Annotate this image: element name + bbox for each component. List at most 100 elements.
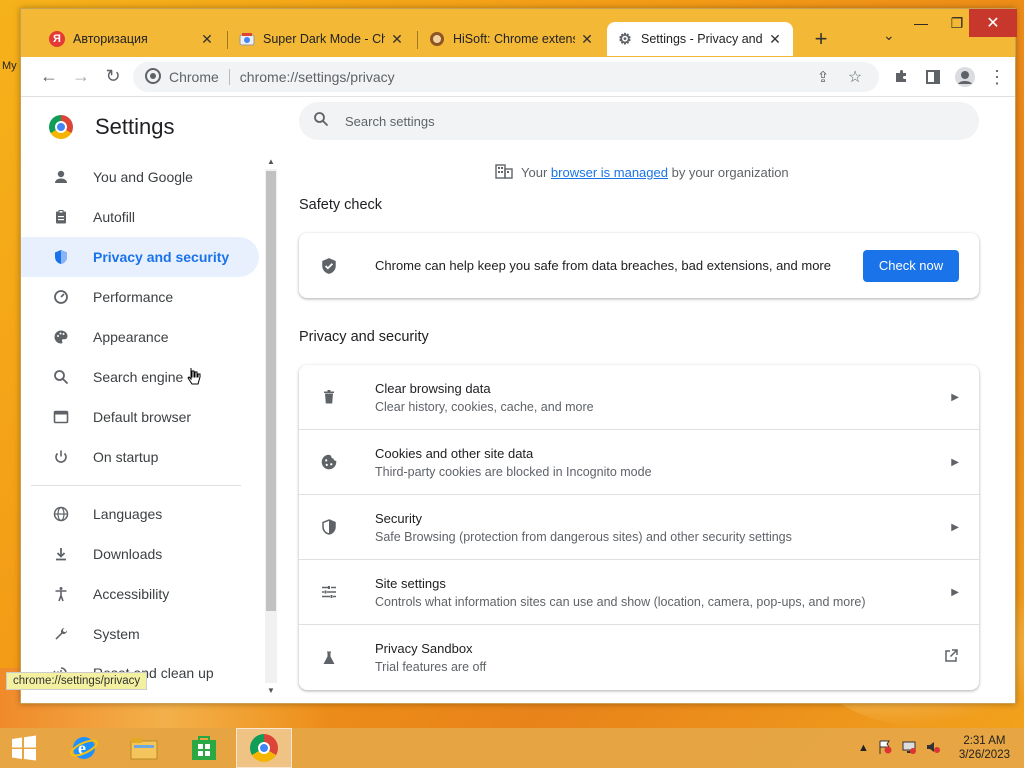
bookmark-star-icon[interactable]: ☆ <box>843 66 867 88</box>
browser-managed-link[interactable]: browser is managed <box>551 165 668 180</box>
address-bar[interactable]: Chrome chrome://settings/privacy ⇪ ☆ <box>133 62 879 92</box>
browser-icon <box>51 407 71 427</box>
windows-start-button[interactable] <box>0 728 48 768</box>
tab-close-button[interactable]: ✕ <box>199 31 215 48</box>
tab-authorization[interactable]: Я Авторизация ✕ <box>39 22 225 56</box>
internet-explorer-icon[interactable]: e <box>56 728 112 768</box>
privacy-security-heading: Privacy and security <box>299 329 429 345</box>
system-tray: ▲ 2:31 AM 3/26/2023 <box>858 728 1010 768</box>
clock-time: 2:31 AM <box>963 735 1006 747</box>
sidebar-item-you-and-google[interactable]: You and Google <box>21 157 259 197</box>
privacy-security-card: Clear browsing data Clear history, cooki… <box>299 365 979 690</box>
nav-divider <box>31 485 241 486</box>
extensions-puzzle-icon[interactable] <box>885 61 917 93</box>
windows-taskbar: e ▲ 2:31 AM 3/26/2023 <box>0 728 1024 768</box>
gear-icon: ⚙ <box>618 31 632 48</box>
tab-strip: Я Авторизация ✕ Super Dark Mode - Chro ✕… <box>21 9 1017 57</box>
network-icon[interactable] <box>901 739 917 758</box>
search-placeholder: Search settings <box>345 113 435 129</box>
person-icon <box>51 167 71 187</box>
url-text[interactable]: chrome://settings/privacy <box>240 69 395 85</box>
security-row[interactable]: Security Safe Browsing (protection from … <box>299 495 979 560</box>
sidebar-item-accessibility[interactable]: Accessibility <box>21 574 259 614</box>
chrome-taskbar-icon[interactable] <box>236 728 292 768</box>
privacy-sandbox-row[interactable]: Privacy Sandbox Trial features are off <box>299 625 979 690</box>
check-now-button[interactable]: Check now <box>863 249 959 282</box>
tab-super-dark-mode[interactable]: Super Dark Mode - Chro ✕ <box>229 22 415 56</box>
palette-icon <box>51 327 71 347</box>
tab-close-button[interactable]: ✕ <box>767 31 783 48</box>
sidebar-item-search-engine[interactable]: Search engine <box>21 357 259 397</box>
minimize-button[interactable]: — <box>903 9 939 37</box>
tab-search-chevron-icon[interactable]: ⌄ <box>883 27 895 44</box>
chrome-web-store-icon <box>239 31 255 47</box>
chrome-site-icon <box>145 67 161 87</box>
sidebar-item-on-startup[interactable]: On startup <box>21 437 259 477</box>
action-center-flag-icon[interactable] <box>877 739 893 758</box>
sidebar-item-default-browser[interactable]: Default browser <box>21 397 259 437</box>
sidebar-item-privacy-and-security[interactable]: Privacy and security <box>21 237 259 277</box>
chevron-right-icon: ▶ <box>951 456 959 468</box>
clear-browsing-data-row[interactable]: Clear browsing data Clear history, cooki… <box>299 365 979 430</box>
download-icon <box>51 544 71 564</box>
safety-check-text: Chrome can help keep you safe from data … <box>375 258 831 273</box>
hisoft-icon <box>429 31 445 47</box>
wrench-icon <box>51 624 71 644</box>
show-hidden-icons-icon[interactable]: ▲ <box>858 742 869 754</box>
globe-icon <box>51 504 71 524</box>
menu-kebab-icon[interactable]: ⋮ <box>981 61 1013 93</box>
search-settings-input[interactable]: Search settings <box>299 102 979 140</box>
chevron-right-icon: ▶ <box>951 586 959 598</box>
browser-window: Я Авторизация ✕ Super Dark Mode - Chro ✕… <box>20 8 1017 704</box>
sidebar-item-autofill[interactable]: Autofill <box>21 197 259 237</box>
yandex-icon: Я <box>49 31 65 47</box>
site-settings-row[interactable]: Site settings Controls what information … <box>299 560 979 625</box>
mouse-cursor-icon <box>187 367 201 389</box>
settings-sidebar: Settings You and Google Autofill Privacy… <box>21 97 281 703</box>
sidebar-item-appearance[interactable]: Appearance <box>21 317 259 357</box>
system-clock[interactable]: 2:31 AM 3/26/2023 <box>959 734 1010 762</box>
tab-hisoft[interactable]: HiSoft: Chrome extensio ✕ <box>419 22 605 56</box>
reload-button[interactable]: ↻ <box>97 61 129 93</box>
cookies-row[interactable]: Cookies and other site data Third-party … <box>299 430 979 495</box>
sidebar-item-languages[interactable]: Languages <box>21 494 259 534</box>
windows-store-icon[interactable] <box>176 728 232 768</box>
page-title: Settings <box>95 114 175 139</box>
site-chip-label: Chrome <box>169 69 219 85</box>
file-explorer-icon[interactable] <box>116 728 172 768</box>
search-icon <box>313 111 329 131</box>
scroll-down-arrow-icon[interactable]: ▼ <box>265 686 277 695</box>
flask-icon <box>319 648 339 668</box>
sidebar-item-downloads[interactable]: Downloads <box>21 534 259 574</box>
sidebar-scrollbar[interactable]: ▲ ▼ <box>264 157 277 695</box>
settings-nav: You and Google Autofill Privacy and secu… <box>21 157 261 692</box>
tab-close-button[interactable]: ✕ <box>579 31 595 48</box>
building-icon <box>495 163 513 182</box>
accessibility-icon <box>51 584 71 604</box>
speedometer-icon <box>51 287 71 307</box>
status-bubble: chrome://settings/privacy <box>6 672 148 690</box>
open-in-new-icon[interactable] <box>943 648 959 668</box>
tab-separator <box>227 31 228 49</box>
chevron-right-icon: ▶ <box>951 521 959 533</box>
settings-page: Settings You and Google Autofill Privacy… <box>21 97 1015 703</box>
chrome-logo-icon <box>49 115 73 139</box>
volume-muted-icon[interactable] <box>925 739 941 758</box>
safety-check-row: Chrome can help keep you safe from data … <box>299 233 979 298</box>
forward-button[interactable]: → <box>65 61 97 93</box>
scrollbar-thumb[interactable] <box>266 171 276 611</box>
new-tab-button[interactable]: + <box>809 27 833 51</box>
profile-avatar-icon[interactable] <box>949 61 981 93</box>
clipboard-icon <box>51 207 71 227</box>
tab-settings-privacy[interactable]: ⚙ Settings - Privacy and se ✕ <box>607 22 793 56</box>
cookie-icon <box>319 452 339 472</box>
scroll-up-arrow-icon[interactable]: ▲ <box>265 157 277 166</box>
side-panel-icon[interactable] <box>917 61 949 93</box>
close-window-button[interactable]: ✕ <box>969 9 1017 37</box>
sidebar-item-performance[interactable]: Performance <box>21 277 259 317</box>
sidebar-item-system[interactable]: System <box>21 614 259 654</box>
tab-close-button[interactable]: ✕ <box>389 31 405 48</box>
back-button[interactable]: ← <box>33 61 65 93</box>
share-icon[interactable]: ⇪ <box>811 66 835 88</box>
chevron-right-icon: ▶ <box>951 391 959 403</box>
